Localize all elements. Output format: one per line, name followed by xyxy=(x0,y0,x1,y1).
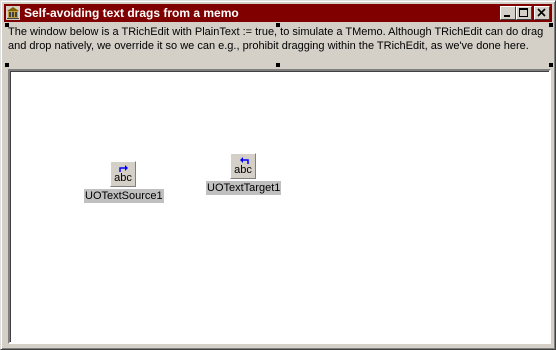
text-target-label[interactable]: UOTextTarget1 xyxy=(206,181,282,195)
maximize-button[interactable] xyxy=(516,6,532,20)
close-icon xyxy=(535,7,549,19)
text-source-component[interactable]: abc xyxy=(110,161,136,187)
text-source-label[interactable]: UOTextSource1 xyxy=(84,189,164,203)
selection-handle[interactable] xyxy=(549,23,553,27)
selection-handle[interactable] xyxy=(276,23,280,27)
text-target-component[interactable]: abc xyxy=(230,153,256,179)
minimize-icon xyxy=(501,7,515,19)
selection-handle[interactable] xyxy=(5,63,9,67)
selection-handle[interactable] xyxy=(549,63,553,67)
description-text: The window below is a TRichEdit with Pla… xyxy=(8,26,544,52)
main-window: Self-avoiding text drags from a memo The… xyxy=(0,0,556,350)
minimize-button[interactable] xyxy=(500,6,516,20)
component-glyph: abc xyxy=(114,172,132,184)
rich-edit-memo[interactable]: abc UOTextSource1 abc UOTextTarget1 xyxy=(8,69,551,344)
window-title: Self-avoiding text drags from a memo xyxy=(24,6,239,20)
selection-handle[interactable] xyxy=(276,63,280,67)
app-icon[interactable] xyxy=(6,6,20,20)
selection-handle[interactable] xyxy=(5,23,9,27)
close-button[interactable] xyxy=(534,6,550,20)
maximize-icon xyxy=(517,7,531,19)
title-bar[interactable]: Self-avoiding text drags from a memo xyxy=(4,4,552,22)
component-glyph: abc xyxy=(234,164,252,176)
